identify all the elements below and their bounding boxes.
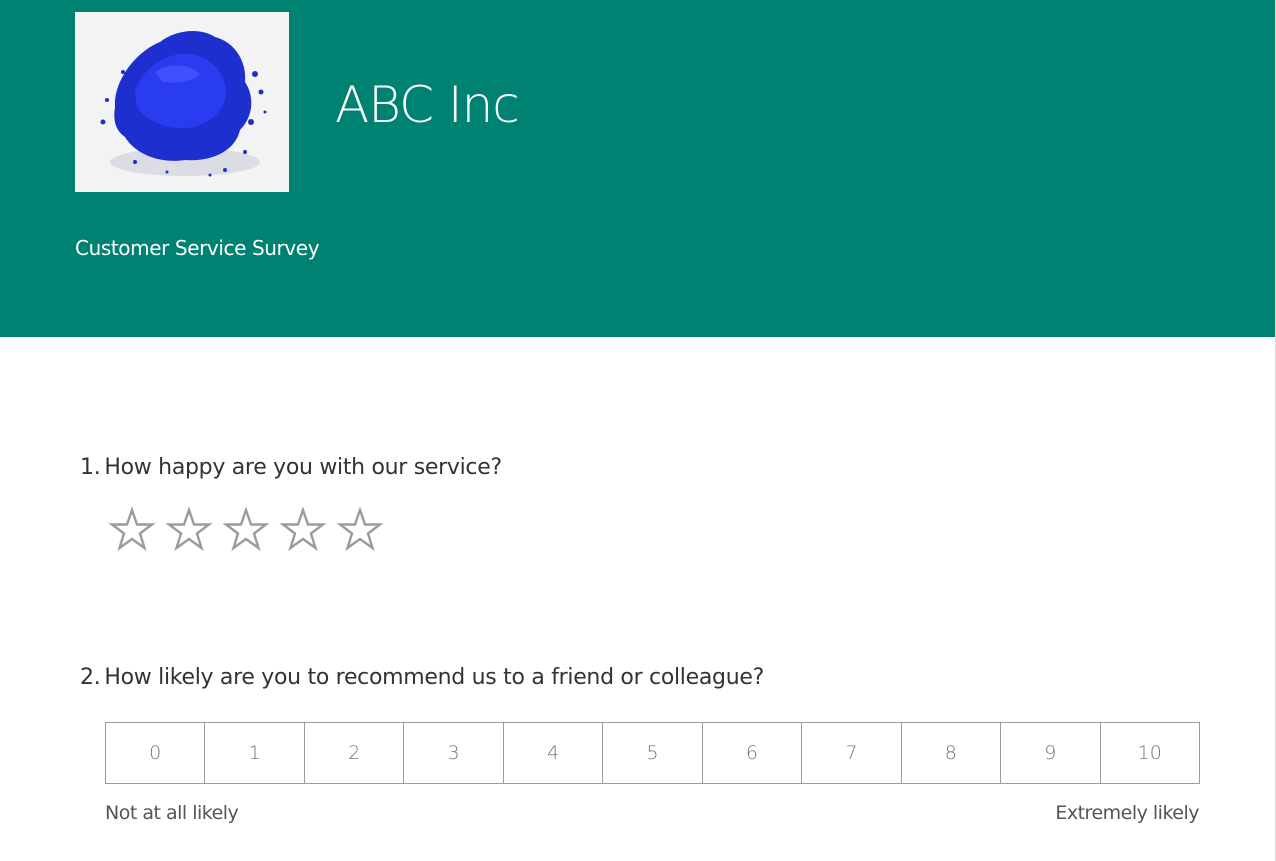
nps-low-label: Not at all likely (105, 802, 239, 824)
survey-header: ABC Inc Customer Service Survey (0, 0, 1275, 337)
star-rating (108, 506, 384, 554)
star-2-icon[interactable] (165, 506, 213, 554)
nps-option-9[interactable]: 9 (1001, 723, 1101, 783)
nps-option-0[interactable]: 0 (106, 723, 206, 783)
star-1-icon[interactable] (108, 506, 156, 554)
question-2: 2. How likely are you to recommend us to … (80, 663, 764, 693)
nps-option-8[interactable]: 8 (901, 723, 1002, 783)
brand-title: ABC Inc (335, 76, 520, 134)
nps-option-7[interactable]: 7 (802, 723, 902, 783)
nps-option-6[interactable]: 6 (702, 723, 803, 783)
survey-page: ABC Inc Customer Service Survey 1. How ha… (0, 0, 1276, 861)
question-number: 2. (80, 665, 101, 690)
question-text: How happy are you with our service? (104, 455, 502, 480)
star-5-icon[interactable] (336, 506, 384, 554)
survey-title: Customer Service Survey (75, 236, 320, 260)
nps-option-10[interactable]: 10 (1100, 723, 1199, 783)
nps-scale: 0 1 2 3 4 5 6 7 8 9 10 (105, 722, 1200, 784)
question-number: 1. (80, 455, 101, 480)
nps-high-label: Extremely likely (1055, 802, 1199, 824)
blue-pigment-icon (75, 12, 289, 192)
nps-option-4[interactable]: 4 (503, 723, 604, 783)
question-text: How likely are you to recommend us to a … (104, 665, 764, 690)
star-4-icon[interactable] (279, 506, 327, 554)
nps-option-2[interactable]: 2 (304, 723, 405, 783)
star-3-icon[interactable] (222, 506, 270, 554)
logo-image (75, 12, 289, 192)
question-1: 1. How happy are you with our service? (80, 453, 502, 483)
nps-option-1[interactable]: 1 (205, 723, 305, 783)
nps-option-5[interactable]: 5 (603, 723, 703, 783)
nps-option-3[interactable]: 3 (404, 723, 504, 783)
